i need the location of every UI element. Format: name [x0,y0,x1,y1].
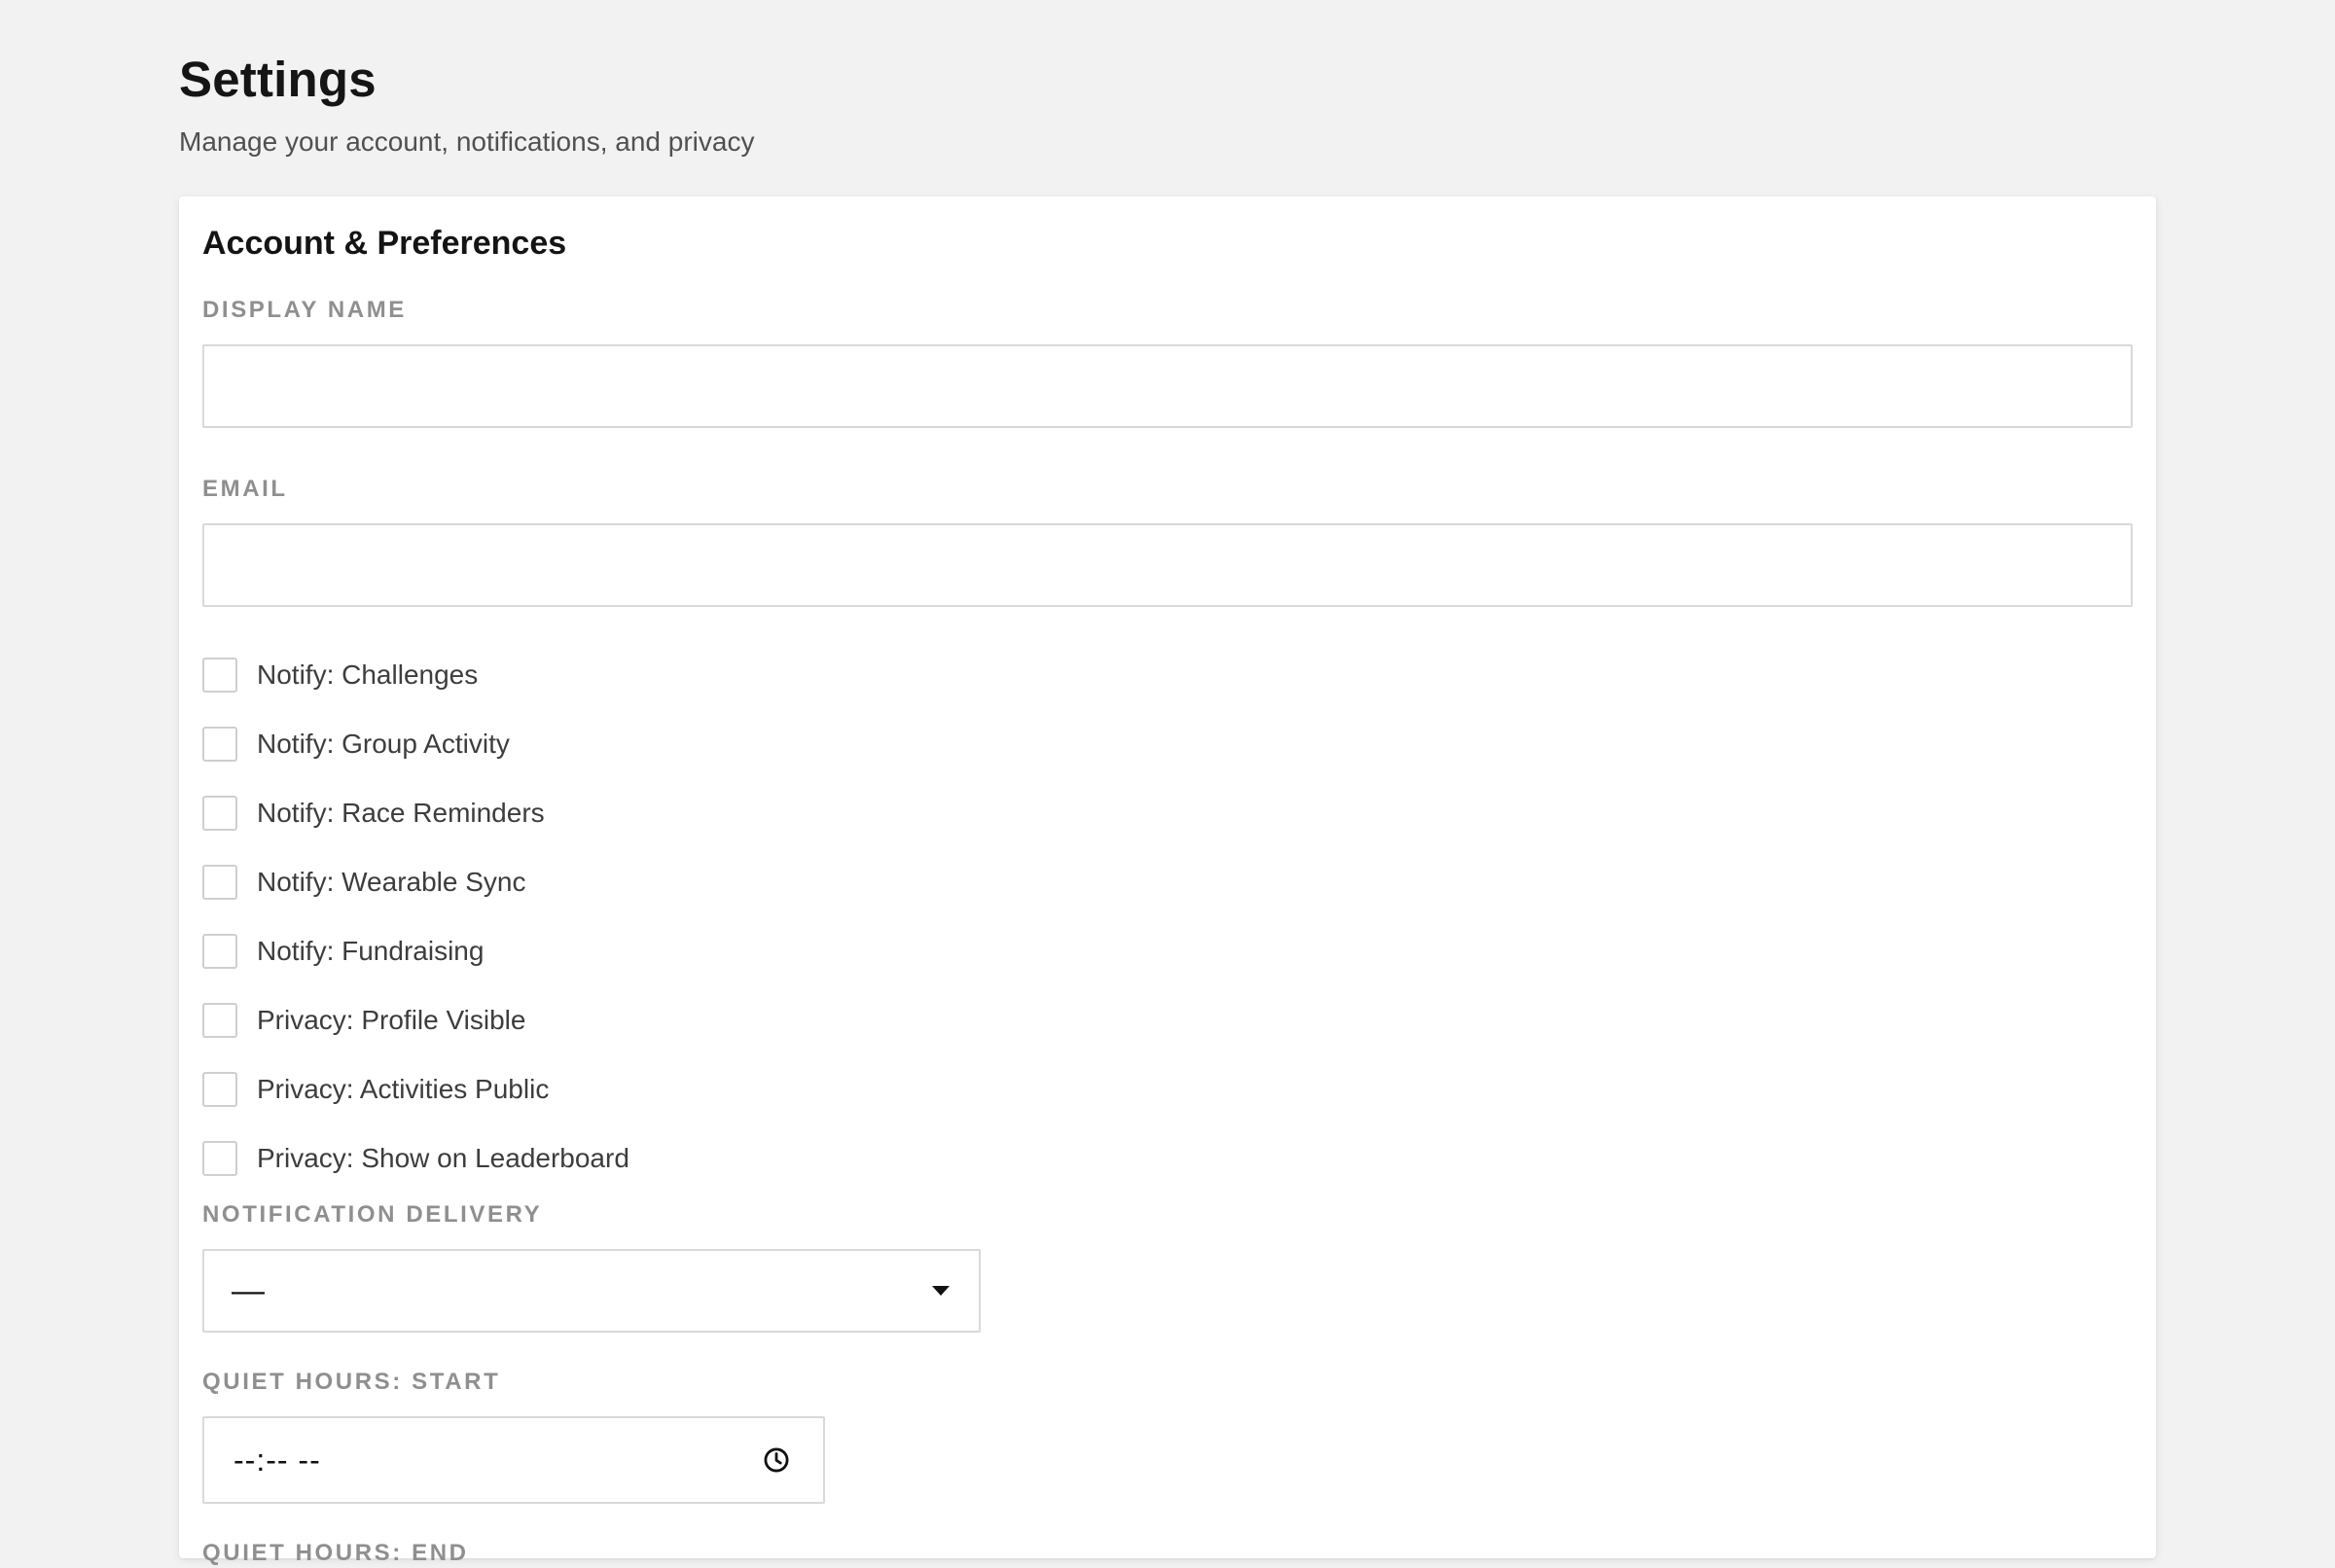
notification-delivery-label: NOTIFICATION DELIVERY [202,1201,543,1228]
notification-delivery-select[interactable]: — [202,1249,981,1333]
checkbox-row-notify-race-reminders[interactable]: Notify: Race Reminders [202,778,2133,847]
email-label: EMAIL [202,476,288,502]
notify-challenges-checkbox[interactable] [202,657,237,693]
privacy-profile-visible-checkbox[interactable] [202,1002,237,1038]
notification-delivery-value: — [232,1271,265,1309]
notify-race-reminders-checkbox[interactable] [202,795,237,831]
checkbox-label: Privacy: Profile Visible [257,1004,526,1035]
chevron-down-icon [932,1286,950,1296]
account-preferences-card: Account & Preferences DISPLAY NAME EMAIL… [179,196,2156,1566]
notify-fundraising-checkbox[interactable] [202,933,237,969]
email-input[interactable] [202,523,2133,607]
page-subtitle: Manage your account, notifications, and … [179,126,755,157]
privacy-activities-public-checkbox[interactable] [202,1071,237,1107]
quiet-hours-end-label: QUIET HOURS: END [202,1540,469,1566]
quiet-hours-start-value: --:-- -- [234,1442,321,1478]
checkbox-label: Notify: Race Reminders [257,797,545,828]
checkbox-row-notify-fundraising[interactable]: Notify: Fundraising [202,916,2133,985]
clock-icon[interactable] [763,1446,790,1474]
checkbox-list: Notify: Challenges Notify: Group Activit… [202,640,2133,1193]
notify-group-activity-checkbox[interactable] [202,726,237,762]
checkbox-row-notify-wearable-sync[interactable]: Notify: Wearable Sync [202,847,2133,916]
checkbox-row-privacy-show-on-leaderboard[interactable]: Privacy: Show on Leaderboard [202,1123,2133,1193]
checkbox-label: Notify: Group Activity [257,728,510,759]
checkbox-row-notify-challenges[interactable]: Notify: Challenges [202,640,2133,709]
privacy-show-on-leaderboard-checkbox[interactable] [202,1140,237,1176]
display-name-input[interactable] [202,344,2133,428]
checkbox-label: Notify: Fundraising [257,935,485,966]
settings-page: Settings Manage your account, notificati… [179,51,2156,1566]
checkbox-label: Notify: Challenges [257,659,479,690]
checkbox-label: Privacy: Show on Leaderboard [257,1142,629,1173]
page-title: Settings [179,52,377,107]
notify-wearable-sync-checkbox[interactable] [202,864,237,900]
quiet-hours-start-label: QUIET HOURS: START [202,1369,501,1395]
checkbox-row-privacy-activities-public[interactable]: Privacy: Activities Public [202,1054,2133,1123]
display-name-label: DISPLAY NAME [202,297,407,323]
card-content: Account & Preferences DISPLAY NAME EMAIL… [202,224,2133,1568]
quiet-hours-start-input[interactable]: --:-- -- [202,1416,825,1504]
checkbox-row-notify-group-activity[interactable]: Notify: Group Activity [202,709,2133,778]
checkbox-label: Privacy: Activities Public [257,1073,550,1104]
checkbox-row-privacy-profile-visible[interactable]: Privacy: Profile Visible [202,985,2133,1054]
card-title: Account & Preferences [202,225,567,262]
checkbox-label: Notify: Wearable Sync [257,866,526,897]
